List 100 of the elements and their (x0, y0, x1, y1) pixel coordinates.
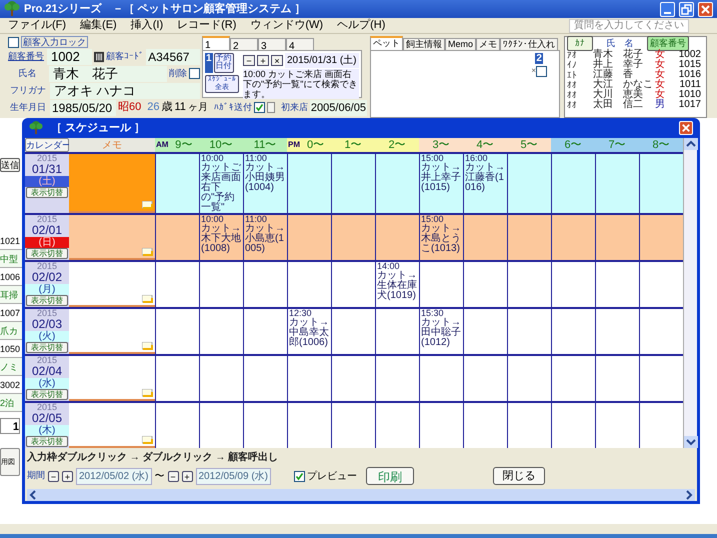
customer-number-field[interactable]: 1002 (46, 48, 92, 64)
tab[interactable]: メモ (476, 38, 500, 50)
weekday-text: (月) (25, 284, 69, 295)
lock-checkbox[interactable] (8, 36, 19, 48)
table-cell-text: 女 (655, 70, 666, 80)
kana-field[interactable]: アオキ ハナコ (50, 82, 200, 98)
preview-checkbox[interactable] (294, 470, 305, 482)
restore-icon[interactable] (679, 2, 694, 16)
step-button[interactable]: − (168, 470, 178, 482)
toggle-button[interactable]: 表示切替 (26, 295, 68, 306)
menu-item[interactable]: ヘルプ(H) (337, 17, 386, 34)
appointment-time: 11:00 (245, 215, 268, 224)
year-text: 2015 (36, 154, 58, 163)
date-text: 02/02 (30, 271, 64, 284)
era-text: 昭60 (118, 100, 142, 116)
step-button[interactable]: + (257, 55, 269, 66)
check-icon (254, 103, 264, 112)
toggle-button[interactable]: 表示切替 (26, 342, 68, 353)
tab[interactable]: 飼主情報 (403, 38, 445, 50)
birth-date-field[interactable]: 1985/05/20 (50, 100, 116, 116)
date-field[interactable]: 2012/05/02 (水) (76, 468, 152, 484)
tab[interactable]: ﾜｸﾁﾝ･仕入れ (500, 38, 558, 50)
memo-cell[interactable] (69, 154, 155, 213)
customer-code-field[interactable]: A34567 (146, 48, 200, 64)
send-button[interactable]: 送信 (0, 158, 20, 172)
tab[interactable]: 3 (258, 38, 286, 50)
weekday-text: (火) (25, 331, 69, 342)
step-button[interactable]: − (243, 55, 255, 66)
step-button[interactable]: × (271, 55, 283, 66)
year-text: 2015 (36, 215, 58, 224)
help-search-field[interactable]: 質問を入力してください (569, 18, 689, 32)
unit-text: ヶ月 (188, 101, 208, 115)
menu-item[interactable]: レコード(R) (177, 17, 236, 34)
column-button[interactable]: 顧客番号 (647, 36, 689, 52)
delete-checkbox[interactable] (189, 68, 200, 79)
toggle-button[interactable]: 表示切替 (26, 436, 68, 447)
menu-item[interactable]: ファイル(F) (8, 17, 66, 34)
appointment-time: 15:30 (421, 309, 444, 318)
date-field[interactable]: 2015/01/31 (土) (285, 53, 358, 68)
name-field[interactable]: 青木 花子 (49, 66, 167, 82)
window-title: Pro.21シリーズ －［ ペットサロン顧客管理システム ］ (24, 2, 306, 17)
year-text: 2015 (36, 403, 58, 412)
note-icon (142, 389, 153, 397)
step-button[interactable]: + (182, 470, 192, 482)
toggle-button[interactable]: 表示切替 (26, 389, 68, 400)
table-cell-text: ｵｵ (567, 80, 578, 90)
tab[interactable]: 1 (202, 36, 230, 50)
toggle-button[interactable]: 表示切替 (26, 187, 68, 198)
appointment-text: カット→井上幸子(1015) (421, 163, 462, 193)
appointment-text: カット→中島幸太郎(1006) (289, 318, 330, 348)
table-cell-text: 1017 (678, 100, 701, 110)
weekday-text: (日) (25, 237, 69, 248)
tab[interactable]: ペット (370, 36, 403, 50)
number-badge: 1 (205, 53, 213, 73)
step-button[interactable]: + (62, 470, 73, 482)
close-icon[interactable] (698, 2, 713, 16)
number-badge: 2 (535, 53, 543, 64)
menu-item[interactable]: 挿入(I) (130, 17, 164, 34)
count-field: 1 (0, 418, 20, 434)
column-header: 1〜 (343, 138, 363, 153)
close-button[interactable]: 閉じる (493, 467, 545, 485)
table-cell: ノミ (0, 358, 22, 376)
remove-checkbox[interactable] (536, 66, 547, 76)
tab[interactable]: 4 (286, 38, 314, 50)
column-button[interactable]: ｶﾅ (567, 36, 593, 52)
horizontal-scrollbar[interactable] (27, 489, 695, 501)
close-icon[interactable] (679, 121, 693, 135)
step-button[interactable]: − (48, 470, 59, 482)
scroll-down-icon (684, 436, 698, 448)
menu-item[interactable]: 編集(E) (80, 17, 117, 34)
field-label: 顧客ｺｰﾄﾞ (106, 50, 144, 63)
table-cell-text: 1010 (678, 90, 701, 100)
appointment-text: カット→生体在庫犬(1019) (377, 271, 418, 301)
column-header: メモ (69, 138, 155, 152)
appointment-time: 15:00 (421, 215, 444, 224)
appointment-text: カットご来店画面右下の"予約一覧" (201, 163, 242, 213)
table-cell: 2泊 (0, 394, 22, 412)
check-icon (295, 472, 304, 480)
reserve-date-button[interactable]: 予約日付 (214, 53, 234, 73)
tree-icon (4, 1, 20, 17)
print-button[interactable]: 印刷 (366, 467, 414, 485)
scroll-up-icon (684, 138, 698, 150)
date-field[interactable]: 2012/05/09 (水) (196, 468, 271, 484)
toggle-button[interactable]: 表示切替 (26, 248, 68, 259)
appointment-time: 10:00 (201, 154, 224, 163)
note-icon (142, 248, 153, 256)
field-label: 顧客番号 (8, 50, 45, 63)
field-label: 初来店 (280, 100, 308, 114)
table-cell-text: 女 (655, 90, 666, 100)
field-label: 氏名 (18, 66, 38, 80)
first-visit-field[interactable]: 2005/06/05 (310, 100, 367, 116)
appointment-time: 12:30 (289, 309, 312, 318)
tab[interactable]: 2 (230, 38, 258, 50)
minimize-icon[interactable] (660, 2, 675, 16)
postcard-checkbox[interactable] (254, 102, 265, 113)
appointment-time: 11:00 (245, 154, 267, 163)
menu-item[interactable]: ウィンドウ(W) (250, 17, 324, 34)
tab[interactable]: Memo (445, 38, 476, 50)
table-cell-text: 1011 (678, 80, 701, 90)
scrollbar[interactable] (683, 138, 697, 448)
